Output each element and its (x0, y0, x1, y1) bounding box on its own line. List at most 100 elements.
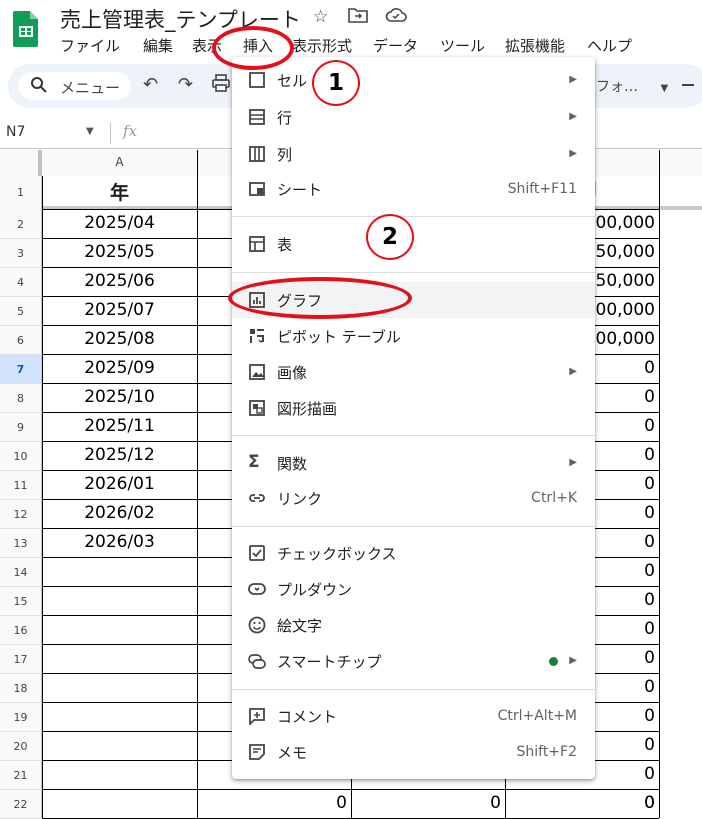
cell-month[interactable]: 2025/07 (42, 300, 197, 320)
redo-icon[interactable]: ↷ (178, 74, 193, 95)
font-select[interactable]: フォ… ▼ (596, 76, 668, 96)
submenu-arrow-icon: ▶ (569, 457, 577, 468)
row-header[interactable]: 10 (0, 442, 41, 471)
row-header[interactable]: 21 (0, 761, 41, 790)
menu-item-columns[interactable]: 列 ▶ (232, 137, 595, 171)
emoji-icon (248, 616, 266, 634)
menu-item-pivot-table[interactable]: ピボット テーブル (232, 319, 595, 353)
cell-month[interactable]: 2026/01 (42, 474, 197, 494)
menu-extensions[interactable]: 拡張機能 (505, 35, 565, 56)
cell-month[interactable]: 2025/05 (42, 242, 197, 262)
menu-item-drawing[interactable]: 図形描画 (232, 391, 595, 425)
cell-month[interactable]: 2025/10 (42, 387, 197, 407)
header-year[interactable]: 年 (42, 178, 197, 205)
menu-item-shortcut: Shift+F2 (516, 744, 577, 760)
menu-item-label: 絵文字 (277, 617, 323, 635)
row-header[interactable]: 15 (0, 587, 41, 616)
row-header[interactable]: 5 (0, 297, 41, 326)
row-header[interactable]: 9 (0, 413, 41, 442)
menu-item-label: 表 (277, 236, 293, 254)
row-header[interactable]: 12 (0, 500, 41, 529)
cell-month[interactable]: 2025/06 (42, 271, 197, 291)
cell-month[interactable]: 2026/02 (42, 503, 197, 523)
menu-data[interactable]: データ (373, 35, 418, 56)
row-header[interactable]: 7 (0, 355, 41, 384)
cell-month[interactable]: 2025/04 (42, 213, 197, 233)
cell-month[interactable]: 2025/12 (42, 445, 197, 465)
submenu-arrow-icon: ▶ (569, 655, 577, 666)
row-header[interactable]: 20 (0, 732, 41, 761)
cell-icon (249, 72, 265, 88)
minus-icon[interactable] (682, 84, 694, 86)
col-line (197, 150, 198, 818)
menu-item-smart-chips[interactable]: スマートチップ ▶ (232, 644, 595, 678)
menu-file[interactable]: ファイル (60, 35, 120, 56)
cell-month[interactable]: 2026/03 (42, 532, 197, 552)
menu-separator (232, 435, 595, 436)
cell-month[interactable]: 2025/09 (42, 358, 197, 378)
cell-value[interactable]: 0 (505, 793, 655, 813)
cell-month[interactable]: 2025/11 (42, 416, 197, 436)
menu-item-comment[interactable]: コメント Ctrl+Alt+M (232, 699, 595, 733)
menu-tools[interactable]: ツール (440, 35, 485, 56)
row-header[interactable]: 18 (0, 674, 41, 703)
menu-item-sheet[interactable]: シート Shift+F11 (232, 172, 595, 206)
menu-edit[interactable]: 編集 (143, 35, 173, 56)
menu-item-rows[interactable]: 行 ▶ (232, 100, 595, 134)
menu-item-label: 画像 (277, 364, 308, 382)
sheets-logo-icon[interactable] (13, 9, 39, 47)
annotation-insert-circle (212, 26, 294, 70)
sheet-icon (249, 182, 265, 196)
menu-item-label: セル (277, 72, 308, 90)
select-all-corner[interactable] (0, 150, 41, 176)
menu-item-cell[interactable]: セル ▶ (232, 63, 595, 97)
row-header[interactable]: 2 (0, 210, 41, 239)
move-folder-icon[interactable] (348, 7, 368, 28)
cell-month[interactable]: 2025/08 (42, 329, 197, 349)
table-icon (249, 236, 265, 252)
menu-item-label: シート (277, 181, 323, 199)
menu-item-shortcut: Shift+F11 (507, 181, 577, 197)
link-icon (249, 494, 265, 502)
menu-item-link[interactable]: リンク Ctrl+K (232, 481, 595, 515)
row-header[interactable]: 17 (0, 645, 41, 674)
cell-value[interactable]: 0 (351, 793, 501, 813)
row-line (42, 789, 659, 790)
row-header[interactable]: 3 (0, 239, 41, 268)
name-box[interactable]: N7 (6, 124, 25, 140)
row-header[interactable]: 16 (0, 616, 41, 645)
row-header[interactable]: 4 (0, 268, 41, 297)
font-select-label: フォ… (596, 79, 638, 95)
print-icon[interactable] (212, 74, 230, 97)
column-header-a[interactable]: A (42, 155, 197, 169)
submenu-arrow-icon: ▶ (569, 148, 577, 159)
cell-value[interactable]: 0 (197, 793, 347, 813)
row-header[interactable]: 6 (0, 326, 41, 355)
row-header[interactable]: 11 (0, 471, 41, 500)
menu-item-emoji[interactable]: 絵文字 (232, 608, 595, 642)
menu-item-shortcut: Ctrl+Alt+M (497, 708, 577, 724)
drawing-icon (249, 400, 265, 416)
rows-icon (249, 109, 265, 125)
formula-divider (110, 122, 111, 144)
star-icon[interactable]: ☆ (313, 7, 328, 27)
annotation-step-1: 1 (312, 60, 360, 106)
row-header[interactable]: 8 (0, 384, 41, 413)
menu-item-note[interactable]: メモ Shift+F2 (232, 735, 595, 769)
menu-item-checkbox[interactable]: チェックボックス (232, 536, 595, 570)
row-header[interactable]: 19 (0, 703, 41, 732)
menu-help[interactable]: ヘルプ (587, 35, 632, 56)
name-box-caret-icon[interactable]: ▼ (86, 126, 94, 137)
cloud-saved-icon[interactable] (385, 7, 407, 28)
annotation-step-2: 2 (366, 214, 414, 260)
row-header[interactable]: 22 (0, 790, 41, 819)
undo-icon[interactable]: ↶ (143, 74, 158, 95)
row-header[interactable]: 14 (0, 558, 41, 587)
menu-format[interactable]: 表示形式 (292, 35, 352, 56)
row-header[interactable]: 13 (0, 529, 41, 558)
search-menus-button[interactable]: メニュー (18, 72, 131, 100)
menu-item-dropdown[interactable]: プルダウン (232, 572, 595, 606)
menu-item-functions[interactable]: Σ 関数 ▶ (232, 446, 595, 480)
menu-item-image[interactable]: 画像 ▶ (232, 355, 595, 389)
row-header[interactable]: 1 (0, 176, 41, 210)
